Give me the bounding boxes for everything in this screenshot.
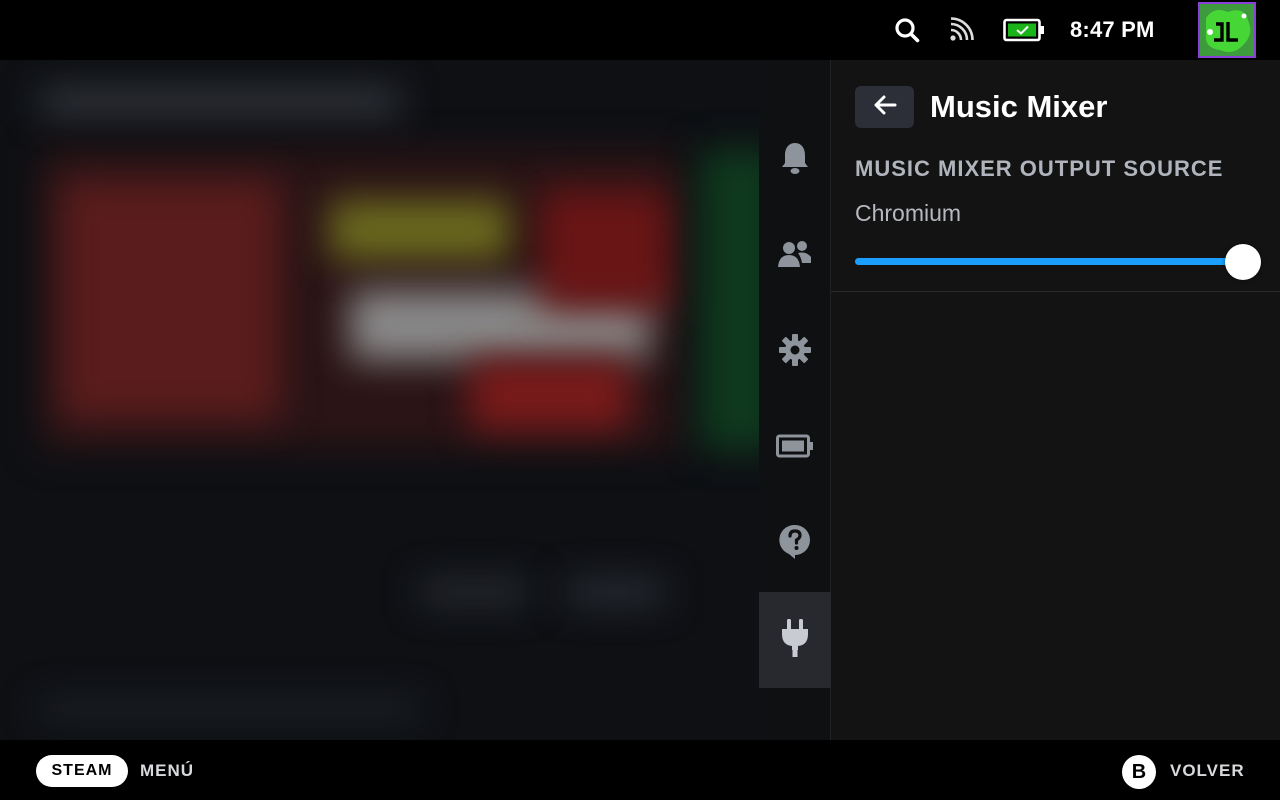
rail-item-notifications[interactable] [759,112,831,208]
section-heading: MUSIC MIXER OUTPUT SOURCE [855,156,1224,181]
search-icon[interactable] [890,0,924,60]
slider-thumb[interactable] [1225,244,1261,280]
clock: 8:47 PM [1070,17,1155,42]
b-button[interactable]: B [1122,755,1156,789]
rail-item-performance[interactable] [759,400,831,496]
back-button[interactable] [855,86,914,128]
divider [831,291,1280,292]
bell-icon [779,141,811,179]
steam-button[interactable]: STEAM [36,755,128,787]
rail-item-plugins[interactable] [759,592,831,688]
plug-icon [780,619,810,661]
cast-icon[interactable] [944,0,978,60]
bottom-hint-bar: STEAM MENÚ B VOLVER [0,740,1280,800]
page-title: Music Mixer [930,89,1108,124]
avatar[interactable] [1198,2,1256,58]
rail-item-settings[interactable] [759,304,831,400]
friends-icon [778,239,812,273]
source-label: Chromium [855,200,962,226]
menu-hint-label: MENÚ [140,761,195,780]
quick-access-rail [759,60,831,740]
arrow-left-icon [873,95,897,119]
battery-icon [776,434,814,462]
slider-fill [855,258,1243,265]
music-mixer-panel: Music Mixer MUSIC MIXER OUTPUT SOURCE Ch… [831,60,1280,740]
help-icon [779,524,811,564]
rail-item-help[interactable] [759,496,831,592]
rail-item-friends[interactable] [759,208,831,304]
top-status-bar: 8:47 PM [0,0,1280,60]
slider-track [855,258,1243,265]
output-source-slider[interactable] [855,244,1261,280]
battery-icon[interactable] [1002,0,1046,60]
gear-icon [779,334,811,370]
back-hint-label: VOLVER [1170,761,1245,780]
background-game-view [0,60,760,740]
